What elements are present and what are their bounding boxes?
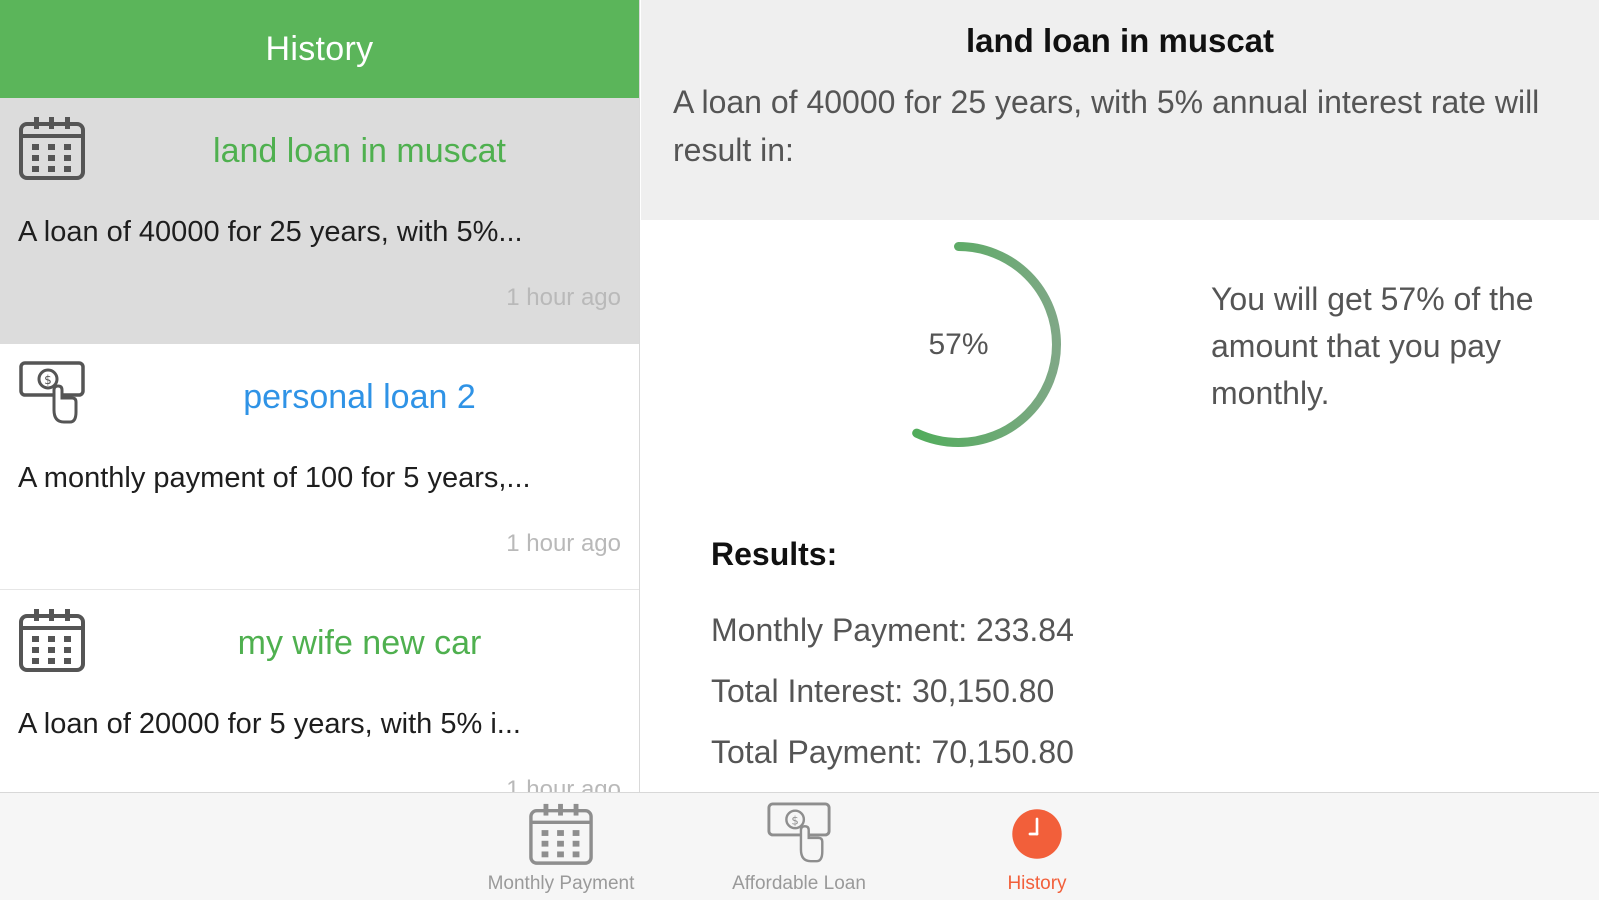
tab-label: Affordable Loan	[732, 873, 866, 894]
history-item-wife-car[interactable]: my wife new car A loan of 20000 for 5 ye…	[0, 590, 639, 792]
history-item-time: 1 hour ago	[506, 776, 621, 792]
detail-title: land loan in muscat	[965, 22, 1275, 59]
money-hand-icon: $	[18, 360, 86, 428]
history-item-description: A monthly payment of 100 for 5 years,...	[18, 462, 531, 494]
history-header-title: History	[265, 29, 374, 68]
svg-text:$: $	[44, 373, 52, 387]
results-heading: Results:	[711, 536, 838, 572]
detail-header: land loan in muscat A loan of 40000 for …	[641, 0, 1599, 220]
history-item-description: A loan of 40000 for 25 years, with 5%...	[18, 216, 523, 248]
history-list-pane: History land loan in muscat A loan of 40…	[0, 0, 640, 792]
summary-text: You will get 57% of the amount that you …	[1211, 281, 1534, 411]
tab-label: History	[1007, 873, 1067, 894]
history-item-personal-loan[interactable]: $ personal loan 2 A monthly payment of 1…	[0, 344, 639, 590]
tab-history[interactable]: History	[952, 799, 1122, 895]
history-item-description: A loan of 20000 for 5 years, with 5% i..…	[18, 708, 521, 740]
history-item-title: personal loan 2	[243, 378, 476, 416]
tab-bar: Monthly Payment $ Affordable Loan Histor…	[0, 792, 1599, 900]
calendar-icon	[18, 606, 86, 674]
history-item-time: 1 hour ago	[506, 284, 621, 311]
clock-icon	[1002, 799, 1072, 869]
loan-detail-pane: land loan in muscat A loan of 40000 for …	[641, 0, 1599, 792]
detail-description: A loan of 40000 for 25 years, with 5% an…	[673, 84, 1540, 168]
history-header: History	[0, 0, 639, 98]
history-item-title: land loan in muscat	[213, 132, 506, 170]
tab-label: Monthly Payment	[487, 873, 635, 894]
history-item-title: my wife new car	[237, 624, 482, 662]
history-item-land-loan[interactable]: land loan in muscat A loan of 40000 for …	[0, 98, 639, 344]
tab-monthly-payment[interactable]: Monthly Payment	[476, 799, 646, 895]
percentage-ring: 57%	[846, 232, 1071, 457]
ring-percentage-label: 57%	[928, 327, 989, 361]
calendar-icon	[18, 114, 86, 182]
money-hand-icon: $	[764, 799, 834, 869]
result-total-interest: Total Interest: 30,150.80	[711, 673, 1055, 709]
result-monthly-payment: Monthly Payment: 233.84	[711, 612, 1074, 648]
calendar-icon	[526, 799, 596, 869]
tab-affordable-loan[interactable]: $ Affordable Loan	[714, 799, 884, 895]
result-total-payment: Total Payment: 70,150.80	[711, 734, 1074, 770]
svg-text:$: $	[791, 813, 798, 827]
history-item-time: 1 hour ago	[506, 530, 621, 557]
